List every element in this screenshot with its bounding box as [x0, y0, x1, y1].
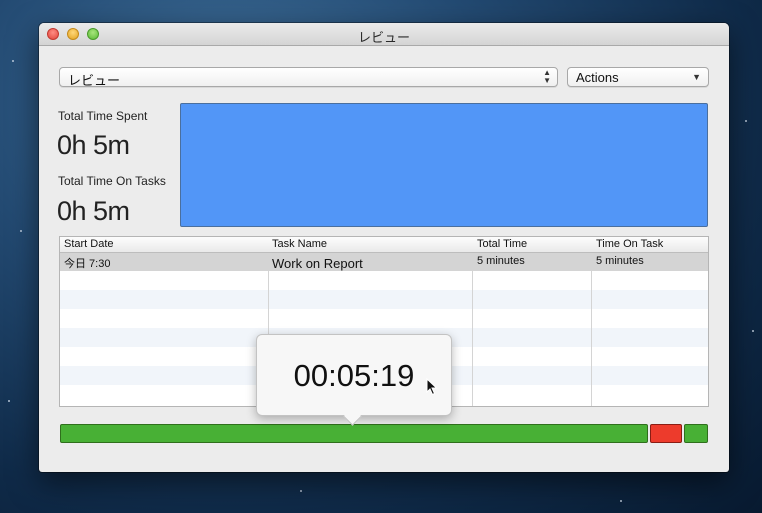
column-header-time-on-task[interactable]: Time On Task: [596, 238, 663, 250]
chevron-down-icon: ▼: [692, 72, 701, 82]
mouse-pointer-icon: [426, 378, 438, 396]
column-divider[interactable]: [472, 237, 473, 406]
elapsed-time: 00:05:19: [293, 358, 415, 393]
column-header-total-time[interactable]: Total Time: [477, 238, 527, 250]
actions-menu-button[interactable]: Actions ▼: [567, 67, 709, 87]
timeline-segment-green[interactable]: [684, 424, 708, 443]
desktop-star: [745, 120, 747, 122]
column-header-start-date[interactable]: Start Date: [64, 238, 114, 250]
timeline-segment-green[interactable]: [60, 424, 648, 443]
column-header-task-name[interactable]: Task Name: [272, 238, 327, 250]
desktop-star: [8, 400, 10, 402]
total-time-on-tasks-label: Total Time On Tasks: [58, 174, 166, 188]
review-select-value: レビュー: [68, 73, 121, 88]
desktop-star: [752, 330, 754, 332]
title-bar[interactable]: レビュー: [39, 23, 729, 46]
table-row-empty: [60, 271, 708, 290]
cell-start-date: 今日 7:30: [64, 258, 111, 270]
desktop-star: [20, 230, 22, 232]
activity-graph: [180, 103, 708, 227]
cell-task-name: Work on Report: [272, 256, 363, 271]
desktop-star: [300, 490, 302, 492]
total-time-spent-label: Total Time Spent: [58, 109, 148, 123]
table-row-empty: [60, 290, 708, 309]
up-down-chevron-icon: ▲ ▼: [543, 68, 551, 85]
desktop-star: [620, 500, 622, 502]
cell-time-on-task: 5 minutes: [596, 255, 644, 267]
actions-label: Actions: [576, 70, 619, 85]
window-title: レビュー: [357, 30, 410, 45]
desktop-star: [12, 60, 14, 62]
total-time-on-tasks-value: 0h 5m: [57, 196, 130, 226]
table-row-empty: [60, 309, 708, 328]
review-select[interactable]: レビュー ▲ ▼: [59, 67, 558, 88]
table-row[interactable]: 今日 7:30 Work on Report 5 minutes 5 minut…: [60, 252, 708, 271]
elapsed-time-popover: 00:05:19: [256, 334, 452, 426]
timeline-segment-red[interactable]: [650, 424, 682, 443]
column-divider[interactable]: [591, 237, 592, 406]
cell-total-time: 5 minutes: [477, 255, 525, 267]
table-header: Start Date Task Name Total Time Time On …: [60, 237, 708, 253]
total-time-spent-value: 0h 5m: [57, 130, 130, 160]
